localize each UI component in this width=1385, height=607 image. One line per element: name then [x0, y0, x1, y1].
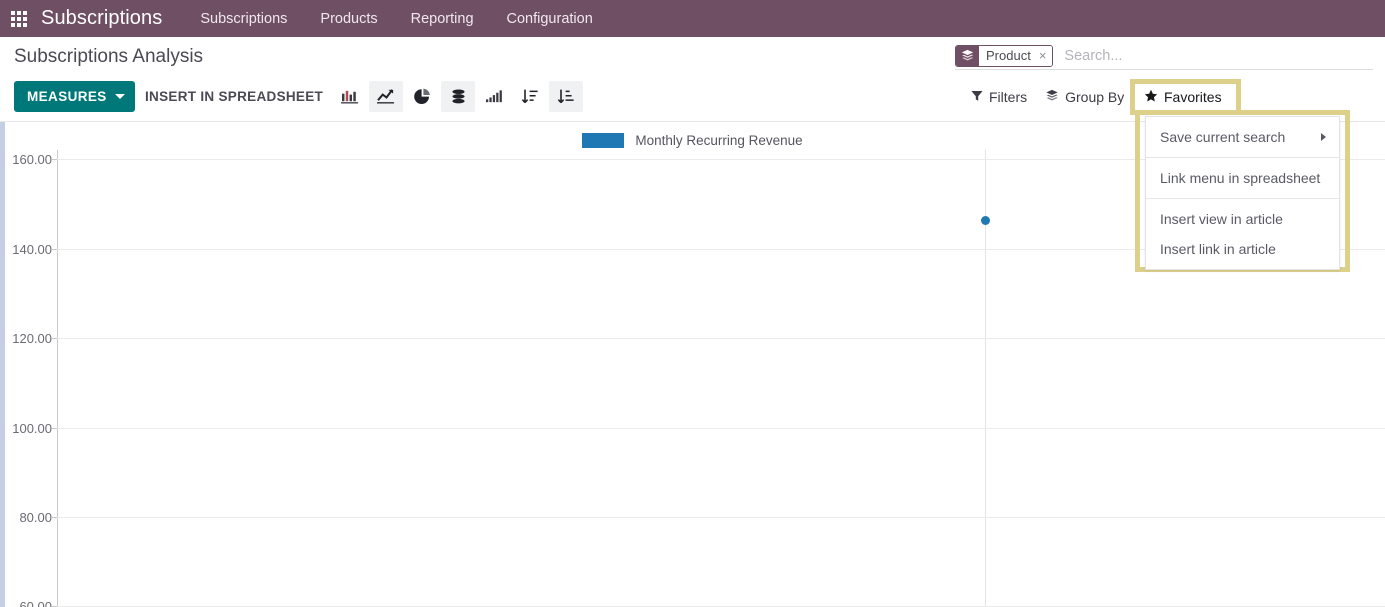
tickmark-100 [52, 428, 57, 429]
menu-divider [1146, 157, 1339, 158]
group-by-label: Group By [1065, 88, 1125, 105]
search-facet-product[interactable]: Product × [955, 44, 1054, 67]
gridline-100 [57, 428, 1385, 429]
vertical-scrollbar[interactable] [0, 122, 5, 607]
menu-item-label: Insert view in article [1160, 211, 1283, 227]
app-brand-title[interactable]: Subscriptions [41, 7, 162, 30]
y-tick-label: 100.00 [12, 421, 52, 436]
tickmark-160 [52, 159, 57, 160]
search-input[interactable] [1062, 44, 1373, 67]
sort-ascending-icon[interactable] [549, 81, 583, 112]
y-tick-label: 80.00 [19, 510, 52, 525]
search-view: Product × [955, 42, 1373, 70]
gridline-120 [57, 338, 1385, 339]
menu-item-insert-link-in-article[interactable]: Insert link in article [1146, 234, 1339, 264]
y-tick-label: 140.00 [12, 242, 52, 257]
filters-button[interactable]: Filters [962, 81, 1036, 112]
line-chart-icon[interactable] [369, 81, 403, 112]
favorites-label: Favorites [1164, 89, 1222, 105]
filters-label: Filters [989, 88, 1028, 105]
star-icon [1144, 89, 1158, 106]
pie-chart-icon[interactable] [405, 81, 439, 112]
ascending-bars-icon[interactable] [477, 81, 511, 112]
stacked-database-icon[interactable] [441, 81, 475, 112]
view-switcher [333, 81, 583, 112]
chevron-right-icon [1321, 133, 1326, 141]
apps-grid-icon[interactable] [11, 10, 27, 27]
y-tick-label: 160.00 [12, 152, 52, 167]
favorites-dropdown-menu: Save current search Link menu in spreads… [1145, 116, 1340, 270]
measures-label: MEASURES [27, 89, 107, 104]
menu-item-label: Save current search [1160, 129, 1286, 145]
tickmark-120 [52, 338, 57, 339]
top-navbar: Subscriptions Subscriptions Products Rep… [0, 0, 1385, 37]
favorites-button[interactable]: Favorites [1140, 84, 1226, 110]
menu-item-label: Link menu in spreadsheet [1160, 170, 1321, 186]
tickmark-80 [52, 517, 57, 518]
layers-icon [956, 45, 979, 66]
menu-item-insert-view-in-article[interactable]: Insert view in article [1146, 204, 1339, 234]
layers-icon [1045, 89, 1059, 105]
nav-item-subscriptions[interactable]: Subscriptions [200, 11, 287, 27]
group-by-button[interactable]: Group By [1036, 81, 1133, 112]
filter-controls: Filters Group By [962, 81, 1133, 112]
filter-funnel-icon [971, 89, 983, 105]
nav-item-products[interactable]: Products [320, 11, 377, 27]
menu-item-link-menu-in-spreadsheet[interactable]: Link menu in spreadsheet [1146, 163, 1339, 193]
insert-in-spreadsheet-button[interactable]: INSERT IN SPREADSHEET [145, 81, 323, 112]
menu-item-save-current-search[interactable]: Save current search [1146, 122, 1339, 152]
chevron-down-icon [114, 94, 125, 99]
y-tick-label: 60.00 [19, 599, 52, 607]
y-axis-line [57, 150, 58, 607]
remove-facet-icon[interactable]: × [1035, 45, 1053, 66]
page-title: Subscriptions Analysis [14, 46, 204, 67]
measures-button[interactable]: MEASURES [14, 81, 135, 112]
nav-item-reporting[interactable]: Reporting [411, 11, 474, 27]
menu-item-label: Insert link in article [1160, 241, 1276, 257]
menu-divider [1146, 198, 1339, 199]
bar-chart-icon[interactable] [333, 81, 367, 112]
y-axis-labels: 160.00 140.00 120.00 100.00 80.00 60.00 [0, 122, 52, 607]
tickmark-140 [52, 249, 57, 250]
sort-descending-icon[interactable] [513, 81, 547, 112]
nav-item-configuration[interactable]: Configuration [507, 11, 593, 27]
data-point-mrr[interactable] [981, 216, 990, 225]
y-tick-label: 120.00 [12, 331, 52, 346]
gridline-80 [57, 517, 1385, 518]
search-facet-label: Product [979, 45, 1036, 66]
